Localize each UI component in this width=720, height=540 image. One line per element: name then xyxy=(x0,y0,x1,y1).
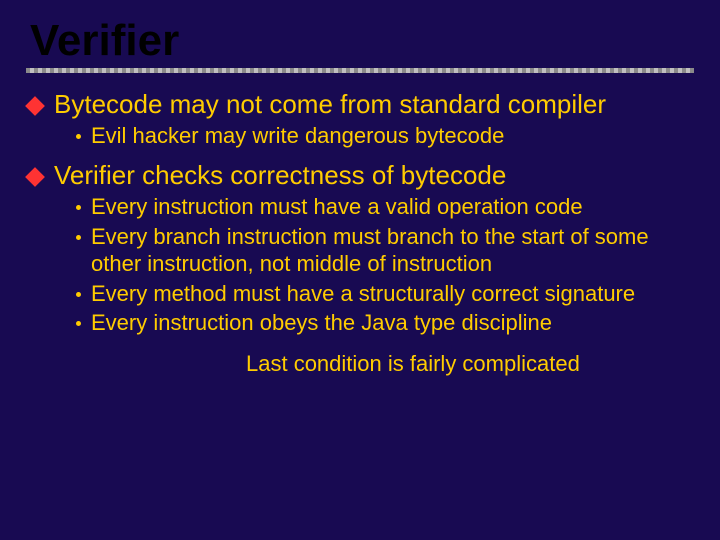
bullet-dot-icon xyxy=(76,134,81,139)
list-item: Every instruction must have a valid oper… xyxy=(76,193,694,221)
diamond-icon xyxy=(25,167,45,187)
list-item: Every branch instruction must branch to … xyxy=(76,223,694,278)
bullet-dot-icon xyxy=(76,321,81,326)
list-item: Every instruction obeys the Java type di… xyxy=(76,309,694,337)
bullet-2: Verifier checks correctness of bytecode xyxy=(26,160,694,191)
title-rule xyxy=(26,68,694,73)
list-item: Every method must have a structurally co… xyxy=(76,280,694,308)
slide: Verifier Bytecode may not come from stan… xyxy=(0,0,720,540)
sub-text: Every method must have a structurally co… xyxy=(91,280,635,308)
footnote: Last condition is fairly complicated xyxy=(246,351,694,377)
sub-text: Evil hacker may write dangerous bytecode xyxy=(91,122,504,150)
bullet-2-subs: Every instruction must have a valid oper… xyxy=(76,193,694,337)
slide-title: Verifier xyxy=(30,18,694,64)
bullet-dot-icon xyxy=(76,205,81,210)
sub-text: Every instruction must have a valid oper… xyxy=(91,193,583,221)
bullet-dot-icon xyxy=(76,292,81,297)
list-item: Evil hacker may write dangerous bytecode xyxy=(76,122,694,150)
bullet-1: Bytecode may not come from standard comp… xyxy=(26,89,694,120)
sub-text: Every branch instruction must branch to … xyxy=(91,223,691,278)
diamond-icon xyxy=(25,96,45,116)
bullet-1-text: Bytecode may not come from standard comp… xyxy=(54,89,606,120)
bullet-1-subs: Evil hacker may write dangerous bytecode xyxy=(76,122,694,150)
bullet-2-text: Verifier checks correctness of bytecode xyxy=(54,160,506,191)
bullet-dot-icon xyxy=(76,235,81,240)
sub-text: Every instruction obeys the Java type di… xyxy=(91,309,552,337)
